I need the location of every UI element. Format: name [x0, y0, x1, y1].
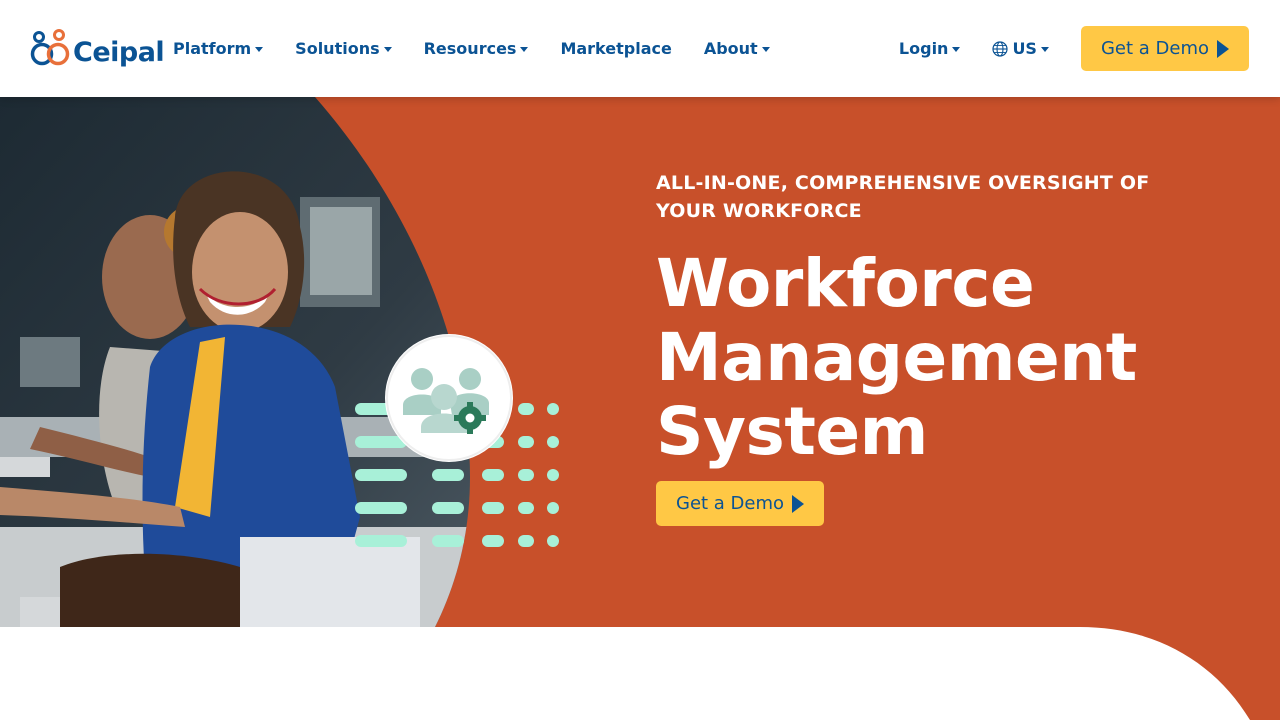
chevron-down-icon — [952, 47, 961, 52]
ceipal-logo[interactable]: Ceipal — [30, 28, 165, 70]
login-label: Login — [898, 39, 949, 58]
nav-about-label: About — [703, 38, 758, 58]
chevron-down-icon — [383, 46, 392, 52]
nav-platform-label: Platform — [173, 38, 252, 58]
hero-bottom-curve — [0, 627, 1280, 720]
play-icon — [1217, 39, 1229, 58]
globe-icon — [992, 40, 1009, 57]
hero-title-line-1: Workforce — [656, 245, 1035, 322]
hero-get-demo-button[interactable]: Get a Demo — [656, 481, 825, 526]
play-icon — [792, 494, 805, 513]
region-selector[interactable]: US — [992, 38, 1049, 60]
hero-text: ALL-IN-ONE, COMPREHENSIVE OVERSIGHT OF Y… — [656, 169, 1216, 469]
team-settings-icon — [385, 334, 513, 462]
orange-curve-shape — [1080, 627, 1280, 720]
hero-title-line-2: Management — [656, 319, 1137, 396]
hero-get-demo-label: Get a Demo — [676, 493, 785, 514]
brand-name: Ceipal — [73, 36, 165, 68]
nav-platform[interactable]: Platform — [173, 37, 264, 59]
main-nav: Platform Solutions Resources Marketplace… — [173, 37, 802, 59]
get-demo-button[interactable]: Get a Demo — [1080, 26, 1249, 71]
nav-resources[interactable]: Resources — [424, 37, 529, 59]
nav-about[interactable]: About — [704, 37, 770, 59]
region-label: US — [1012, 39, 1037, 58]
nav-solutions[interactable]: Solutions — [295, 37, 392, 59]
ceipal-logo-mark-icon — [30, 29, 70, 66]
chevron-down-icon — [761, 46, 770, 52]
login-menu[interactable]: Login — [899, 38, 961, 60]
chevron-down-icon — [1040, 47, 1049, 52]
utility-nav: Login US Get a Demo — [899, 26, 1249, 71]
hero-eyebrow: ALL-IN-ONE, COMPREHENSIVE OVERSIGHT OF Y… — [656, 172, 1150, 222]
nav-marketplace-label: Marketplace — [560, 38, 672, 58]
chevron-down-icon — [255, 46, 264, 52]
hero-title: Workforce Management System — [656, 247, 1216, 469]
nav-solutions-label: Solutions — [295, 38, 380, 58]
hero-title-line-3: System — [656, 393, 928, 470]
nav-marketplace[interactable]: Marketplace — [560, 37, 671, 59]
nav-resources-label: Resources — [423, 38, 517, 58]
chevron-down-icon — [520, 46, 529, 52]
site-header: Ceipal Platform Solutions Resources Mark… — [0, 0, 1280, 97]
get-demo-label: Get a Demo — [1100, 38, 1209, 59]
hero-section: ALL-IN-ONE, COMPREHENSIVE OVERSIGHT OF Y… — [0, 97, 1280, 627]
